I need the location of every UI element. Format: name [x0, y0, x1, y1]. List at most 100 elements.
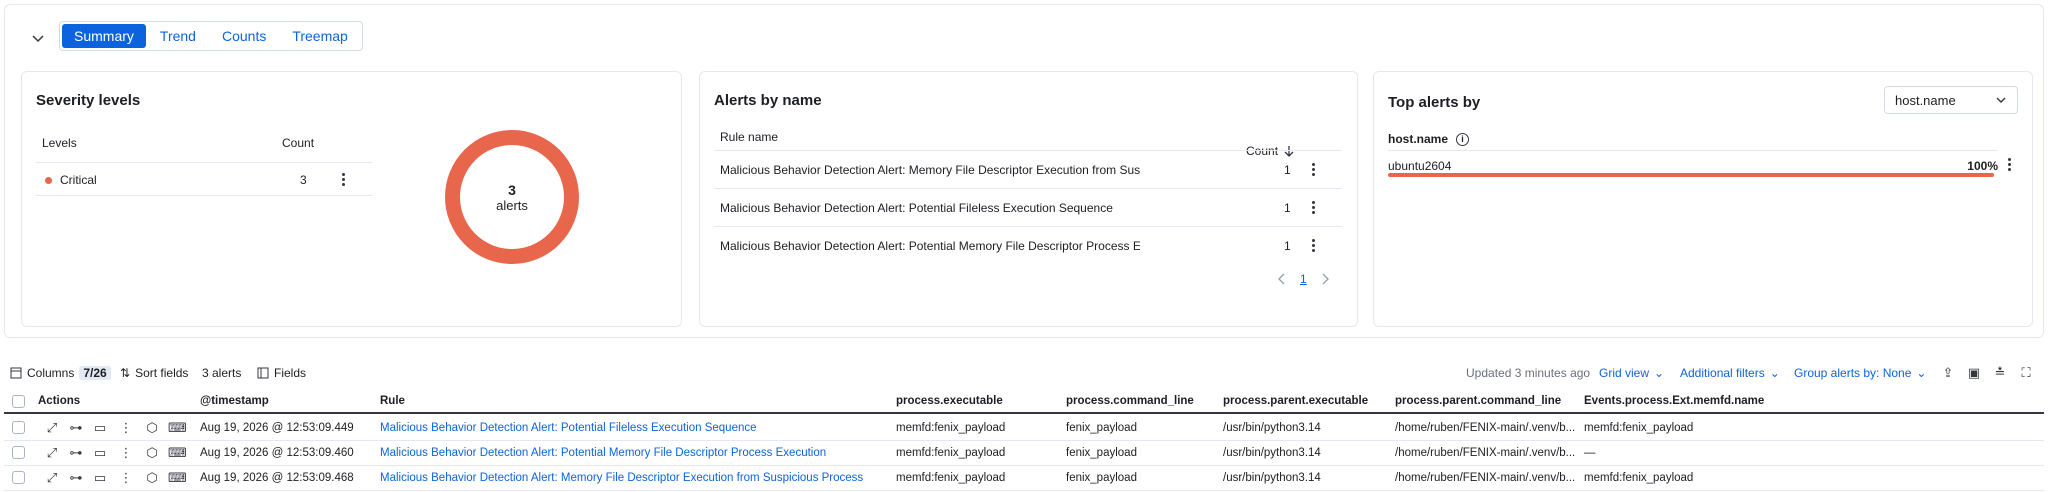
cell-parent-command-line: /home/ruben/FENIX-main/.venv/b...: [1395, 472, 1576, 484]
more-actions-icon[interactable]: ⋮: [118, 445, 134, 461]
table-row: ⤢ ⊶ ▭ ⋮ ⬡ ⌨ Aug 19, 2026 @ 12:53:09.449 Malicio…: [4, 416, 2044, 441]
cell-rule-link[interactable]: Malicious Behavior Detection Alert: Pote…: [380, 422, 757, 434]
group-by-label: Group alerts by: None: [1794, 366, 1912, 380]
fields-icon: [257, 367, 269, 379]
columns-count-badge: 7/26: [79, 366, 111, 380]
chevron-down-icon: ⌄: [1654, 366, 1665, 380]
chevron-right-icon[interactable]: [1321, 273, 1329, 285]
donut-value: 3: [508, 181, 516, 198]
cell-rule-link[interactable]: Malicious Behavior Detection Alert: Memo…: [380, 472, 863, 484]
analyze-tree-icon[interactable]: ⊶: [68, 420, 84, 436]
group-by-button[interactable]: Group alerts by: None ⌄: [1794, 366, 1926, 380]
charts-section: Summary Trend Counts Treemap Severity le…: [4, 4, 2044, 338]
more-actions-icon[interactable]: ⋮: [118, 420, 134, 436]
group-field-select[interactable]: host.name: [1884, 86, 2018, 114]
cell-process-executable: memfd:fenix_payload: [896, 422, 1006, 434]
row-checkbox[interactable]: [12, 471, 25, 484]
row-checkbox[interactable]: [12, 421, 25, 434]
severity-label: Critical: [60, 173, 97, 187]
top-alert-row: ubuntu2604 100%: [1388, 150, 1998, 180]
cell-parent-executable: /usr/bin/python3.14: [1223, 422, 1321, 434]
comment-icon[interactable]: ▭: [92, 445, 108, 461]
row-checkbox[interactable]: [12, 446, 25, 459]
tab-trend[interactable]: Trend: [148, 24, 208, 48]
host-value: ubuntu2604: [1388, 159, 1452, 173]
severity-donut-chart: 3 alerts: [445, 130, 579, 264]
critical-dot-icon: [45, 177, 52, 184]
expand-icon[interactable]: ⤢: [44, 420, 60, 436]
more-actions-icon[interactable]: ⋮: [118, 470, 134, 486]
terminal-icon[interactable]: ⌨: [168, 420, 187, 436]
rule-count: 1: [1284, 163, 1291, 177]
cube-icon[interactable]: ⬡: [144, 470, 160, 486]
expand-icon[interactable]: ⤢: [44, 470, 60, 486]
levels-header: Levels: [42, 136, 77, 150]
header-actions: Actions: [38, 395, 81, 407]
panel-title: Top alerts by: [1388, 94, 1481, 111]
settings-sliders-icon[interactable]: ≛: [1992, 365, 2008, 381]
cell-parent-executable: /usr/bin/python3.14: [1223, 472, 1321, 484]
cube-icon[interactable]: ⬡: [144, 445, 160, 461]
columns-button[interactable]: Columns 7/26: [10, 366, 111, 380]
tab-treemap[interactable]: Treemap: [280, 24, 360, 48]
display-settings-icon[interactable]: ▣: [1966, 365, 1982, 381]
analyze-tree-icon[interactable]: ⊶: [68, 445, 84, 461]
header-parent-executable[interactable]: process.parent.executable: [1223, 395, 1368, 407]
rule-name: Malicious Behavior Detection Alert: Memo…: [720, 163, 1140, 177]
header-process-executable[interactable]: process.executable: [896, 395, 1003, 407]
collapse-button[interactable]: [27, 27, 49, 49]
cell-memfd-name: memfd:fenix_payload: [1584, 472, 1694, 484]
cell-timestamp: Aug 19, 2026 @ 12:53:09.468: [200, 472, 354, 484]
additional-filters-button[interactable]: Additional filters ⌄: [1680, 366, 1780, 380]
header-rule[interactable]: Rule: [380, 395, 405, 407]
select-all-checkbox[interactable]: [12, 395, 25, 408]
cell-timestamp: Aug 19, 2026 @ 12:53:09.449: [200, 422, 354, 434]
cube-icon[interactable]: ⬡: [144, 420, 160, 436]
header-process-command-line[interactable]: process.command_line: [1066, 395, 1194, 407]
field-header: host.name i: [1388, 132, 1470, 146]
header-timestamp[interactable]: @timestamp: [200, 395, 269, 407]
header-parent-command-line[interactable]: process.parent.command_line: [1395, 395, 1561, 407]
info-icon[interactable]: i: [1456, 132, 1470, 146]
comment-icon[interactable]: ▭: [92, 470, 108, 486]
page-1-link[interactable]: 1: [1300, 272, 1307, 286]
select-value: host.name: [1895, 93, 1956, 108]
chevron-left-icon[interactable]: [1278, 273, 1286, 285]
sort-icon: ⇅: [120, 366, 131, 380]
header-memfd-name[interactable]: Events.process.Ext.memfd.name: [1584, 395, 1764, 407]
sort-fields-button[interactable]: ⇅ Sort fields: [120, 366, 188, 380]
row-actions-icon[interactable]: [1306, 237, 1320, 255]
cell-parent-command-line: /home/ruben/FENIX-main/.venv/b...: [1395, 422, 1576, 434]
row-actions-icon[interactable]: [336, 171, 350, 189]
field-label: host.name: [1388, 132, 1449, 146]
chart-type-tabs: Summary Trend Counts Treemap: [59, 21, 363, 51]
cell-process-executable: memfd:fenix_payload: [896, 472, 1006, 484]
row-actions-icon[interactable]: [1306, 199, 1320, 217]
fullscreen-icon[interactable]: ⛶: [2018, 365, 2034, 381]
grid-view-label: Grid view: [1599, 366, 1650, 380]
tab-summary[interactable]: Summary: [62, 24, 146, 48]
cell-memfd-name: memfd:fenix_payload: [1584, 422, 1694, 434]
row-actions-icon[interactable]: [1306, 161, 1320, 179]
terminal-icon[interactable]: ⌨: [168, 470, 187, 486]
expand-icon[interactable]: ⤢: [44, 445, 60, 461]
fields-button[interactable]: Fields: [257, 366, 306, 380]
row-actions-icon[interactable]: [2002, 156, 2016, 174]
sort-label: Sort fields: [135, 366, 189, 380]
analyze-tree-icon[interactable]: ⊶: [68, 470, 84, 486]
export-icon[interactable]: ⇪: [1940, 365, 1956, 381]
chevron-down-icon: ⌄: [1916, 366, 1927, 380]
tab-counts[interactable]: Counts: [210, 24, 278, 48]
chevron-down-icon: [32, 35, 44, 43]
grid-view-button[interactable]: Grid view ⌄: [1599, 366, 1664, 380]
severity-table-header: Levels Count: [42, 136, 372, 150]
chevron-down-icon: [1996, 97, 2006, 103]
count-header: Count: [282, 136, 315, 150]
panel-title: Alerts by name: [714, 92, 822, 109]
comment-icon[interactable]: ▭: [92, 420, 108, 436]
cell-command-line: fenix_payload: [1066, 472, 1137, 484]
alert-name-row: Malicious Behavior Detection Alert: Pote…: [714, 188, 1342, 226]
cell-memfd-name: —: [1584, 447, 1596, 459]
cell-rule-link[interactable]: Malicious Behavior Detection Alert: Pote…: [380, 447, 826, 459]
terminal-icon[interactable]: ⌨: [168, 445, 187, 461]
